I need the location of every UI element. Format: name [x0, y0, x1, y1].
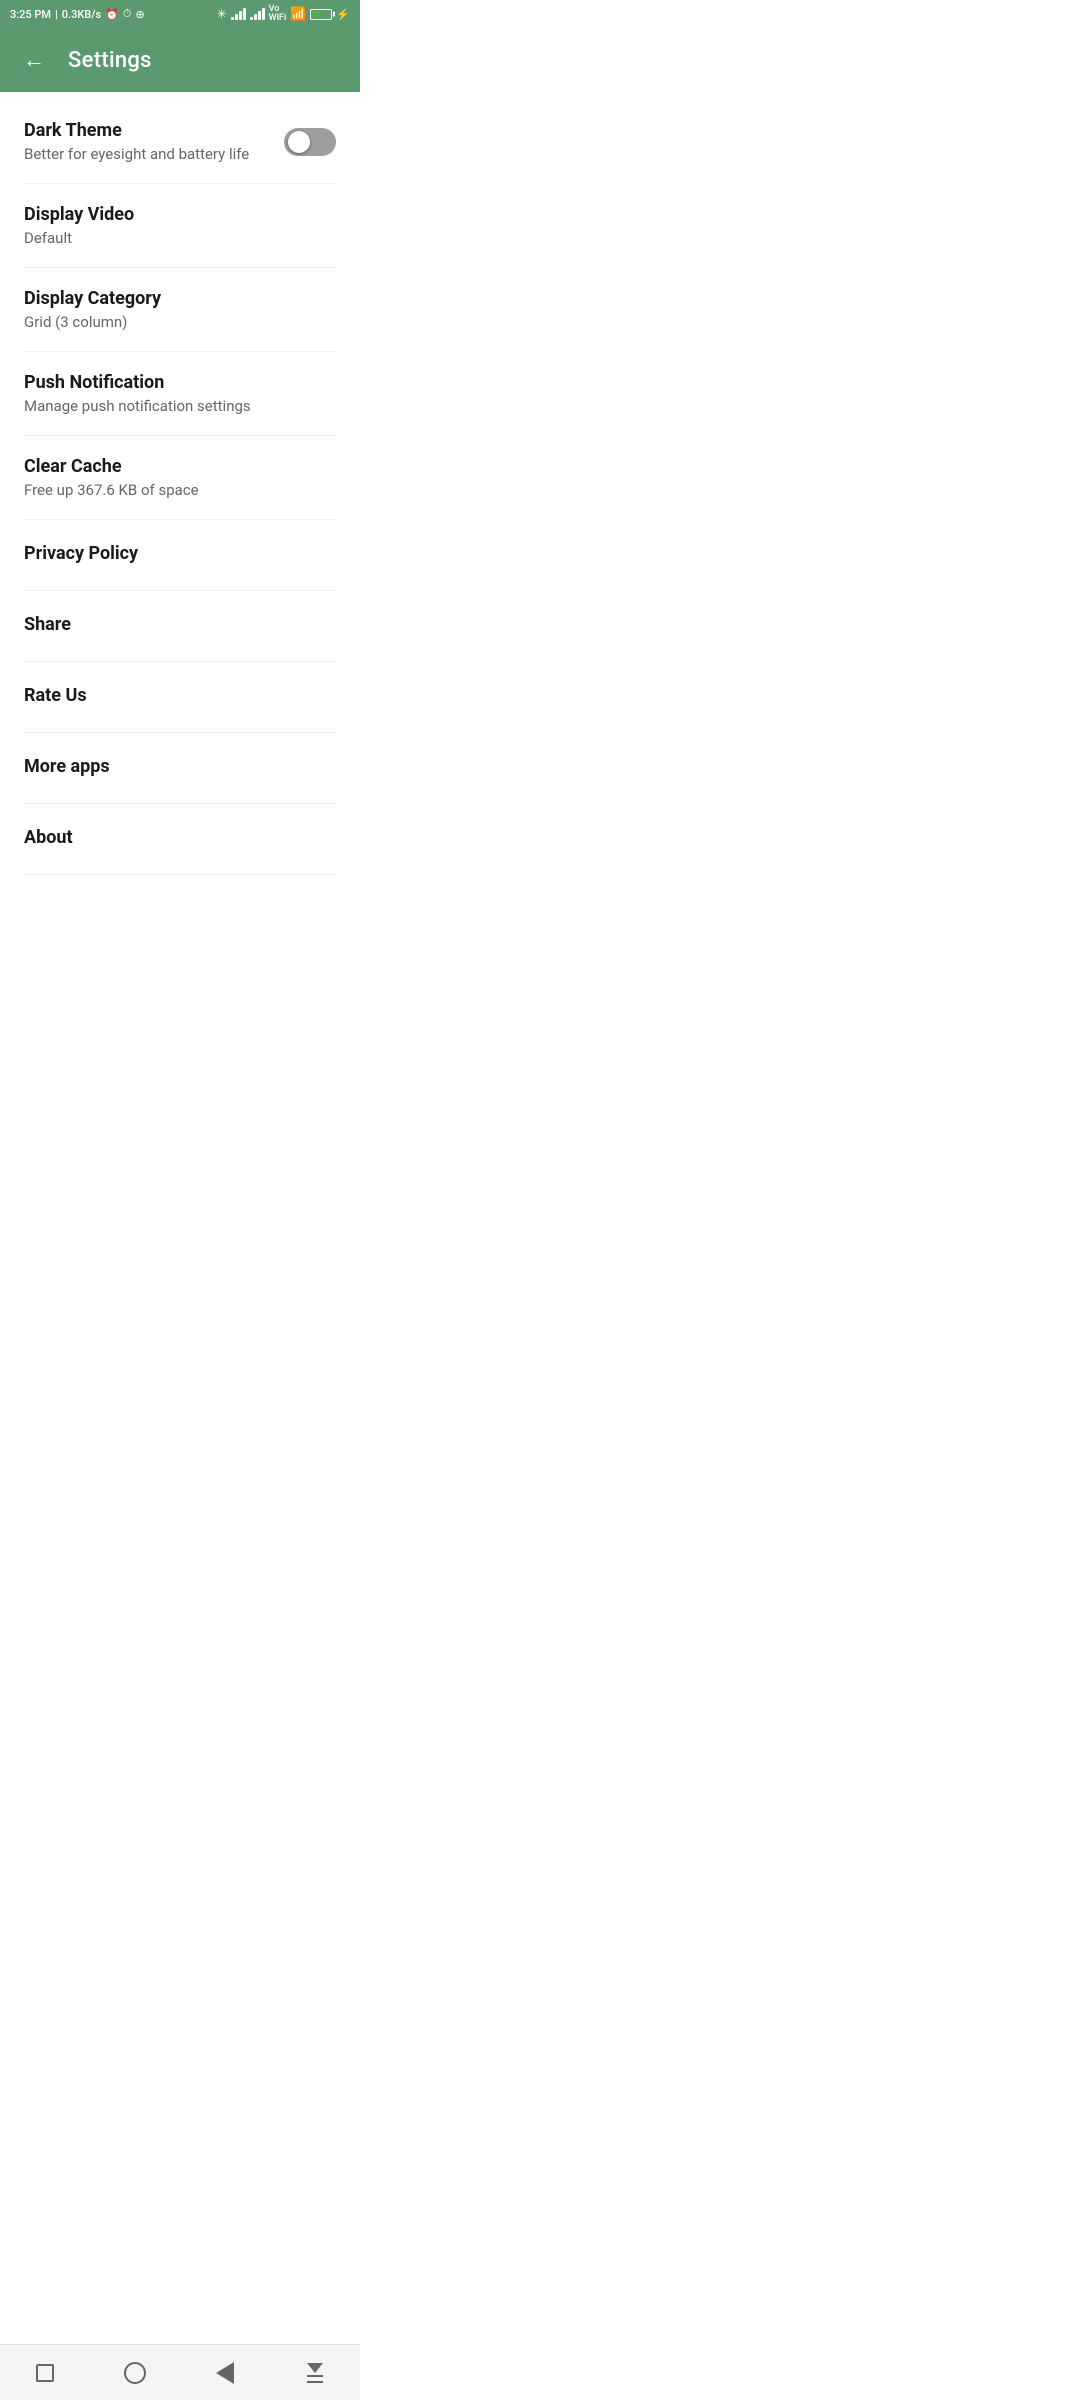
- dark-theme-toggle[interactable]: [284, 128, 336, 156]
- charging-icon: ⚡: [336, 8, 350, 21]
- settings-item-push-notification-text: Push Notification Manage push notificati…: [24, 372, 336, 415]
- battery-fill: [312, 11, 321, 18]
- dark-theme-title: Dark Theme: [24, 120, 284, 141]
- app-bar: ← Settings: [0, 28, 360, 92]
- clock-icon: ⏱: [123, 7, 132, 21]
- settings-item-dark-theme-text: Dark Theme Better for eyesight and batte…: [24, 120, 284, 163]
- recents-icon: [36, 2364, 54, 2382]
- status-network-speed: 0.3KB/s: [62, 8, 101, 21]
- settings-item-dark-theme[interactable]: Dark Theme Better for eyesight and batte…: [0, 100, 360, 183]
- settings-item-privacy-policy[interactable]: Privacy Policy: [0, 520, 360, 590]
- wifi-icon: 📶: [290, 7, 306, 22]
- nav-home-button[interactable]: [105, 2353, 165, 2393]
- settings-content: Dark Theme Better for eyesight and batte…: [0, 92, 360, 883]
- nav-menu-button[interactable]: [285, 2353, 345, 2393]
- push-notification-subtitle: Manage push notification settings: [24, 397, 336, 415]
- nav-recents-button[interactable]: [15, 2353, 75, 2393]
- navigation-bar: [0, 2344, 360, 2400]
- settings-item-more-apps[interactable]: More apps: [0, 733, 360, 803]
- status-time: 3:25 PM: [10, 8, 51, 21]
- rate-us-title: Rate Us: [24, 685, 336, 706]
- clear-cache-subtitle: Free up 367.6 KB of space: [24, 481, 336, 499]
- signal-bars-2: [250, 8, 265, 20]
- vo-wifi-label: VoWiFi: [269, 5, 286, 23]
- settings-item-rate-us-text: Rate Us: [24, 685, 336, 710]
- extra-icon: ⊕: [135, 8, 144, 21]
- display-category-subtitle: Grid (3 column): [24, 313, 336, 331]
- download-base: [307, 2381, 323, 2383]
- app-bar-title: Settings: [68, 48, 152, 73]
- nav-back-button[interactable]: [195, 2353, 255, 2393]
- dark-theme-subtitle: Better for eyesight and battery life: [24, 145, 284, 163]
- nav-spacer: [0, 883, 360, 939]
- settings-item-clear-cache[interactable]: Clear Cache Free up 367.6 KB of space: [0, 436, 360, 519]
- home-icon: [124, 2362, 146, 2384]
- settings-item-about-text: About: [24, 827, 336, 852]
- privacy-policy-title: Privacy Policy: [24, 543, 336, 564]
- clear-cache-title: Clear Cache: [24, 456, 336, 477]
- settings-item-privacy-policy-text: Privacy Policy: [24, 543, 336, 568]
- push-notification-title: Push Notification: [24, 372, 336, 393]
- settings-item-display-video-text: Display Video Default: [24, 204, 336, 247]
- status-bar: 3:25 PM | 0.3KB/s ⏰ ⏱ ⊕ ✳ VoWiFi 📶: [0, 0, 360, 28]
- status-speed: |: [55, 8, 58, 21]
- battery-icon: [310, 9, 332, 20]
- back-icon: [216, 2362, 234, 2384]
- settings-item-share-text: Share: [24, 614, 336, 639]
- display-category-title: Display Category: [24, 288, 336, 309]
- share-title: Share: [24, 614, 336, 635]
- bluetooth-icon: ✳: [217, 7, 227, 21]
- settings-item-display-category[interactable]: Display Category Grid (3 column): [0, 268, 360, 351]
- signal-bars-1: [231, 8, 246, 20]
- settings-item-about[interactable]: About: [0, 804, 360, 874]
- download-icon: [307, 2363, 323, 2383]
- settings-item-display-video[interactable]: Display Video Default: [0, 184, 360, 267]
- about-title: About: [24, 827, 336, 848]
- more-apps-title: More apps: [24, 756, 336, 777]
- download-line: [307, 2375, 323, 2377]
- display-video-title: Display Video: [24, 204, 336, 225]
- dark-theme-toggle-thumb: [288, 131, 310, 153]
- display-video-subtitle: Default: [24, 229, 336, 247]
- settings-item-push-notification[interactable]: Push Notification Manage push notificati…: [0, 352, 360, 435]
- settings-item-share[interactable]: Share: [0, 591, 360, 661]
- status-right: ✳ VoWiFi 📶 ⚡: [217, 5, 350, 23]
- settings-item-more-apps-text: More apps: [24, 756, 336, 781]
- status-left: 3:25 PM | 0.3KB/s ⏰ ⏱ ⊕: [10, 7, 145, 21]
- settings-item-clear-cache-text: Clear Cache Free up 367.6 KB of space: [24, 456, 336, 499]
- settings-item-rate-us[interactable]: Rate Us: [0, 662, 360, 732]
- dark-theme-toggle-track[interactable]: [284, 128, 336, 156]
- settings-item-display-category-text: Display Category Grid (3 column): [24, 288, 336, 331]
- download-arrow: [307, 2363, 323, 2373]
- back-button[interactable]: ←: [16, 42, 52, 78]
- divider-10: [24, 874, 336, 875]
- alarm-icon: ⏰: [105, 8, 119, 21]
